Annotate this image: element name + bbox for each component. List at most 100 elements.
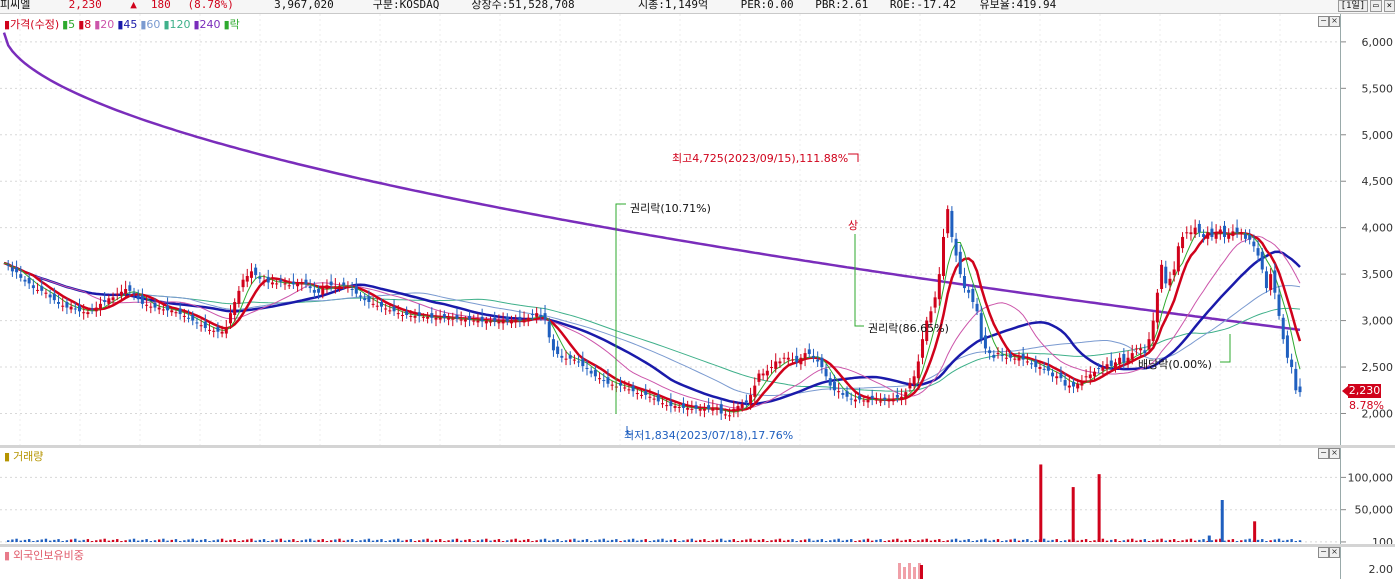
candle-body — [308, 286, 312, 289]
candle-body — [1139, 348, 1143, 351]
close-icon[interactable]: × — [1383, 0, 1395, 12]
volume-bar — [694, 540, 698, 542]
volume-bar — [506, 540, 509, 542]
volume-bar — [107, 540, 111, 542]
candle-body — [904, 392, 908, 399]
candle-body — [640, 394, 644, 396]
candle-body — [598, 378, 602, 380]
volume-bar — [15, 538, 18, 542]
candle-body — [900, 396, 904, 400]
foreign-panel-close-icon[interactable]: × — [1329, 547, 1340, 558]
candle-body — [916, 361, 920, 379]
volume-bar — [1282, 540, 1285, 542]
candle-body — [216, 327, 220, 332]
volume-bar — [585, 539, 589, 542]
panel-close-icon[interactable]: × — [1329, 16, 1340, 27]
candle-body — [145, 304, 149, 306]
candle-body — [514, 320, 518, 323]
volume-chart[interactable] — [0, 448, 1340, 544]
volume-bar — [543, 538, 547, 542]
volume-bar — [111, 539, 115, 542]
volume-bar — [980, 539, 983, 542]
volume-bar — [438, 539, 442, 542]
volume-bar — [690, 538, 694, 542]
foreign-panel-min-icon[interactable]: − — [1318, 547, 1329, 558]
candle-body — [849, 398, 853, 400]
candle-body — [409, 315, 413, 317]
volume-bar — [1105, 540, 1109, 542]
candle-body — [6, 264, 10, 266]
y-tick-label: 6,000 — [1362, 36, 1394, 49]
candle-body — [325, 285, 329, 289]
roe-label: ROE:-17.42 — [889, 0, 957, 11]
candle-body — [1105, 364, 1109, 369]
candle-body — [10, 267, 14, 272]
candle-body — [346, 287, 350, 289]
volume-bar — [409, 539, 413, 542]
candle-body — [543, 313, 547, 320]
candle-body — [879, 401, 883, 403]
volume-panel-close-icon[interactable]: × — [1329, 448, 1340, 459]
panel-min-icon[interactable]: − — [1318, 16, 1329, 27]
legend-item[interactable]: ▮60 — [140, 18, 160, 31]
volume-bar — [866, 538, 870, 542]
foreign-chart[interactable] — [0, 547, 1340, 579]
price-chart[interactable]: 최고4,725(2023/09/15),111.88% 최저1,834(2023/… — [0, 14, 1340, 446]
legend-item[interactable]: ▮5 — [62, 18, 75, 31]
pbr-label: PBR:2.61 — [815, 0, 869, 11]
candle-body — [228, 313, 232, 324]
volume-bar — [208, 541, 211, 542]
volume-bar — [669, 539, 673, 542]
volume-axis: 100,000 50,000 100 — [1340, 448, 1395, 544]
candle-body — [472, 320, 476, 322]
candle-body — [983, 335, 987, 349]
volume-bar — [157, 539, 161, 542]
volume-bar — [1101, 538, 1105, 542]
volume-bar — [673, 539, 677, 542]
volume-bar — [1227, 539, 1230, 542]
candle-body — [1130, 353, 1134, 360]
volume-bar — [413, 541, 417, 542]
candle-body — [1197, 223, 1201, 233]
minimize-icon[interactable]: ▭ — [1370, 0, 1382, 12]
volume-bar — [476, 540, 480, 542]
volume-bar — [1114, 539, 1117, 542]
legend-item[interactable]: ▮120 — [163, 18, 190, 31]
candle-body — [1164, 266, 1168, 284]
volume-bar — [573, 538, 576, 542]
legend-item[interactable]: ▮45 — [117, 18, 137, 31]
candle-body — [1030, 363, 1034, 365]
volume-bar — [1021, 539, 1025, 542]
candle-body — [610, 384, 614, 386]
candle-body — [698, 408, 702, 411]
candle-body — [48, 294, 52, 298]
candle-body — [967, 289, 971, 293]
candle-body — [212, 330, 216, 332]
legend-item[interactable]: ▮240 — [194, 18, 221, 31]
candle-body — [400, 315, 404, 317]
candle-body — [761, 373, 765, 376]
candle-body — [220, 331, 224, 334]
volume-bar — [472, 541, 475, 542]
candle-body — [572, 359, 576, 361]
volume-bar — [904, 539, 907, 542]
volume-panel-min-icon[interactable]: − — [1318, 448, 1329, 459]
legend-item[interactable]: ▮락 — [224, 18, 240, 31]
volume-bar — [782, 540, 786, 542]
candle-body — [413, 315, 417, 318]
candle-body — [728, 415, 732, 417]
candle-body — [623, 387, 627, 389]
volume-bar — [11, 539, 14, 542]
period-button[interactable]: [1일] — [1337, 0, 1369, 12]
volume-bar — [577, 540, 580, 542]
legend-item[interactable]: ▮8 — [78, 18, 91, 31]
volume-bar — [397, 538, 400, 542]
candle-body — [1004, 357, 1008, 359]
candle-body — [258, 276, 262, 279]
volume-bar — [715, 539, 719, 542]
legend-item[interactable]: ▮가격(수정) — [4, 18, 59, 31]
legend-item[interactable]: ▮20 — [94, 18, 114, 31]
volume-bar — [740, 540, 744, 542]
price-change-pct: (8.78%) — [187, 0, 234, 11]
volume-bar — [1013, 538, 1016, 542]
